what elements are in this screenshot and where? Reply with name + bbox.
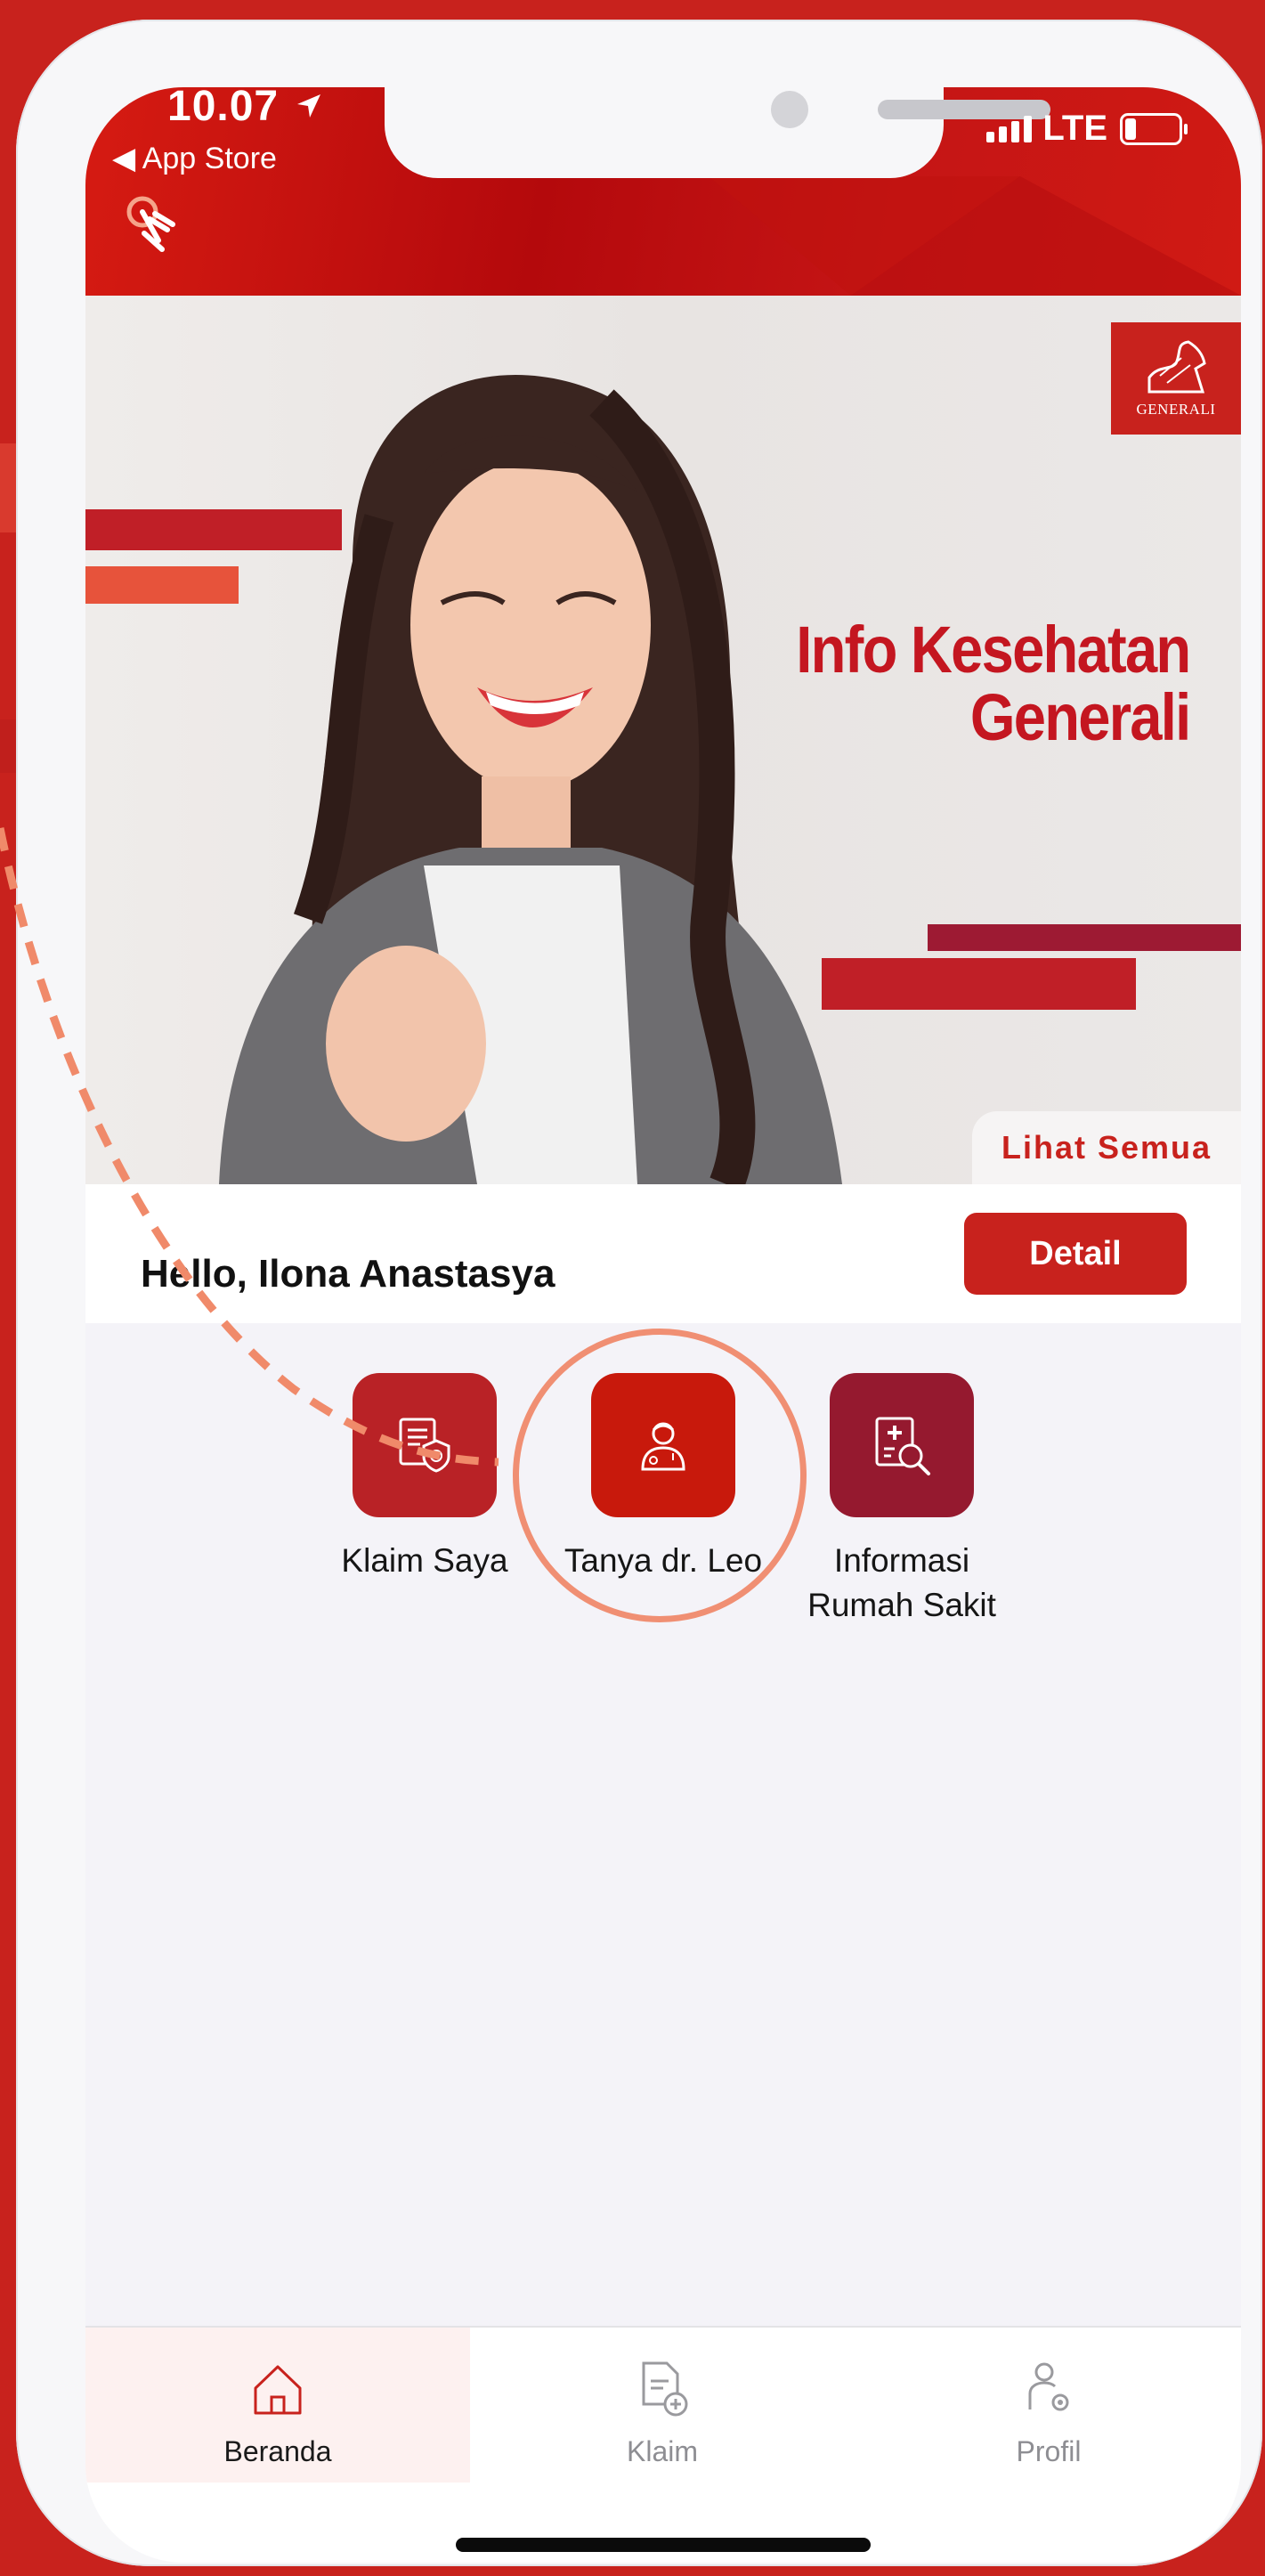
logo-text: GENERALI	[1136, 401, 1216, 418]
nav-tab-profil[interactable]: Profil	[856, 2328, 1241, 2484]
network-type: LTE	[1042, 109, 1107, 148]
home-icon	[254, 2365, 302, 2415]
generali-logo: GENERALI	[1111, 322, 1241, 435]
greeting-row: Hello, Ilona Anastasya Detail	[85, 1184, 1241, 1323]
back-arrow-icon: ◀︎	[112, 142, 142, 175]
bottom-navigation: Beranda Klaim Profil	[85, 2326, 1241, 2484]
claims-tile	[353, 1373, 497, 1517]
header-band: 10.07 ◀︎ App Store LTE	[85, 87, 1241, 296]
health-info-banner[interactable]: GENERALI Info Kesehatan Generali Lihat S…	[85, 296, 1241, 1184]
menu-label-line2: Rumah Sakit	[807, 1587, 996, 1623]
menu-label: Klaim Saya	[341, 1542, 508, 1579]
menu-item-klaim-saya[interactable]: Klaim Saya	[309, 1373, 540, 1583]
lion-logo-icon	[1147, 340, 1206, 394]
app-screen: 10.07 ◀︎ App Store LTE GENERALI Info Kes…	[85, 87, 1241, 2563]
back-store-label: App Store	[142, 142, 277, 175]
nav-label: Profil	[1016, 2435, 1082, 2467]
signal-icon	[986, 115, 1033, 142]
location-arrow-icon	[297, 94, 320, 118]
touch-gesture-icon[interactable]	[123, 192, 191, 256]
greeting-text: Hello, Ilona Anastasya	[141, 1252, 555, 1296]
hospital-search-icon	[875, 1417, 930, 1475]
hospital-info-tile	[830, 1373, 974, 1517]
banner-decor-bar	[85, 566, 239, 604]
banner-decor-bar	[928, 924, 1241, 951]
nav-label: Beranda	[223, 2435, 332, 2467]
banner-decor-bar	[822, 958, 1136, 1010]
menu-item-informasi-rumah-sakit[interactable]: Informasi Rumah Sakit	[786, 1373, 1018, 1628]
status-time: 10.07	[167, 87, 280, 130]
banner-title: Info Kesehatan Generali	[795, 613, 1191, 754]
user-settings-icon	[1028, 2362, 1069, 2411]
home-indicator[interactable]	[456, 2538, 871, 2552]
document-add-icon	[642, 2361, 688, 2417]
nav-tab-klaim[interactable]: Klaim	[470, 2328, 855, 2484]
nav-label: Klaim	[626, 2435, 698, 2467]
phone-frame: 10.07 ◀︎ App Store LTE GENERALI Info Kes…	[16, 20, 1262, 2566]
banner-decor-bar	[85, 509, 342, 550]
nav-tab-beranda[interactable]: Beranda	[85, 2328, 470, 2484]
back-to-app-store[interactable]: ◀︎ App Store	[112, 141, 277, 176]
battery-icon	[1120, 112, 1188, 145]
notch	[385, 87, 1050, 178]
banner-title-line2: Generali	[969, 680, 1190, 754]
menu-label: Informasi Rumah Sakit	[786, 1539, 1018, 1628]
front-camera	[771, 91, 808, 128]
highlight-ring	[513, 1329, 807, 1622]
banner-title-line1: Info Kesehatan	[795, 613, 1191, 687]
detail-button[interactable]: Detail	[964, 1213, 1187, 1295]
menu-label-line1: Informasi	[833, 1542, 970, 1579]
status-right: LTE	[986, 109, 1188, 149]
claim-document-icon	[399, 1418, 450, 1473]
see-all-link[interactable]: Lihat Semua	[972, 1111, 1241, 1184]
